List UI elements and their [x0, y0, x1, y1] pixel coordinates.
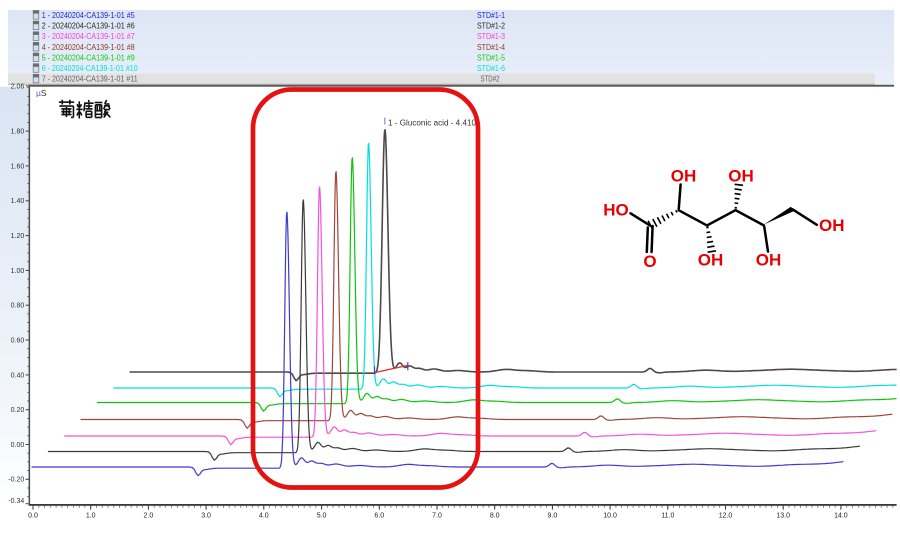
svg-text:2 - 20240204-CA139-1-01 #6: 2 - 20240204-CA139-1-01 #6 — [42, 21, 135, 31]
svg-text:5.0: 5.0 — [317, 513, 327, 520]
svg-text:STD#1-1: STD#1-1 — [477, 10, 505, 20]
svg-text:0.00: 0.00 — [11, 442, 25, 449]
svg-text:HO: HO — [603, 201, 629, 220]
svg-text:1.00: 1.00 — [11, 268, 25, 275]
svg-text:0.20: 0.20 — [11, 407, 25, 414]
svg-text:4 - 20240204-CA139-1-01 #8: 4 - 20240204-CA139-1-01 #8 — [42, 42, 135, 52]
svg-text:0.40: 0.40 — [11, 372, 25, 379]
svg-text:14.0: 14.0 — [834, 513, 848, 520]
svg-text:4.0: 4.0 — [259, 513, 269, 520]
svg-text:OH: OH — [756, 251, 782, 270]
svg-text:1.20: 1.20 — [11, 233, 25, 240]
svg-text:STD#1-3: STD#1-3 — [477, 31, 505, 41]
svg-text:1.60: 1.60 — [11, 163, 25, 170]
svg-text:9.0: 9.0 — [548, 513, 558, 520]
svg-text:0.60: 0.60 — [11, 337, 25, 344]
svg-text:11.0: 11.0 — [661, 513, 674, 520]
svg-text:1.80: 1.80 — [11, 129, 25, 136]
svg-text:2.06: 2.06 — [11, 84, 25, 91]
svg-text:1.0: 1.0 — [86, 513, 96, 520]
svg-text:0.0: 0.0 — [28, 513, 38, 520]
svg-text:8.0: 8.0 — [490, 513, 500, 520]
svg-text:-0.34: -0.34 — [8, 498, 24, 505]
svg-text:1 - Gluconic acid - 4.410: 1 - Gluconic acid - 4.410 — [388, 119, 477, 128]
svg-text:OH: OH — [671, 167, 697, 186]
svg-text:6 - 20240204-CA139-1-01 #10: 6 - 20240204-CA139-1-01 #10 — [42, 63, 138, 73]
svg-text:1.40: 1.40 — [11, 198, 25, 205]
svg-text:STD#1-6: STD#1-6 — [477, 63, 505, 73]
svg-text:0.80: 0.80 — [11, 303, 25, 310]
svg-text:7 - 20240204-CA139-1-01 #11: 7 - 20240204-CA139-1-01 #11 — [42, 74, 138, 84]
svg-text:12.0: 12.0 — [719, 513, 733, 520]
svg-text:7.0: 7.0 — [432, 513, 442, 520]
svg-text:STD#1-4: STD#1-4 — [477, 42, 505, 52]
svg-text:1 - 20240204-CA139-1-01 #5: 1 - 20240204-CA139-1-01 #5 — [42, 10, 135, 20]
svg-text:OH: OH — [819, 216, 845, 235]
svg-text:6.0: 6.0 — [374, 513, 384, 520]
svg-text:STD#1-5: STD#1-5 — [477, 52, 505, 62]
svg-text:STD#2: STD#2 — [481, 74, 500, 84]
svg-text:2.0: 2.0 — [144, 513, 154, 520]
svg-text:3 - 20240204-CA139-1-01 #7: 3 - 20240204-CA139-1-01 #7 — [42, 31, 135, 41]
svg-text:3.0: 3.0 — [201, 513, 211, 520]
svg-text:STD#1-2: STD#1-2 — [477, 21, 505, 31]
svg-text:µS: µS — [36, 88, 47, 98]
svg-text:OH: OH — [698, 251, 724, 270]
svg-text:5 - 20240204-CA139-1-01 #9: 5 - 20240204-CA139-1-01 #9 — [42, 52, 135, 62]
svg-text:O: O — [643, 252, 656, 271]
svg-text:-0.20: -0.20 — [8, 477, 24, 484]
svg-text:OH: OH — [728, 167, 754, 186]
svg-text:10.0: 10.0 — [603, 513, 617, 520]
svg-text:13.0: 13.0 — [776, 513, 790, 520]
